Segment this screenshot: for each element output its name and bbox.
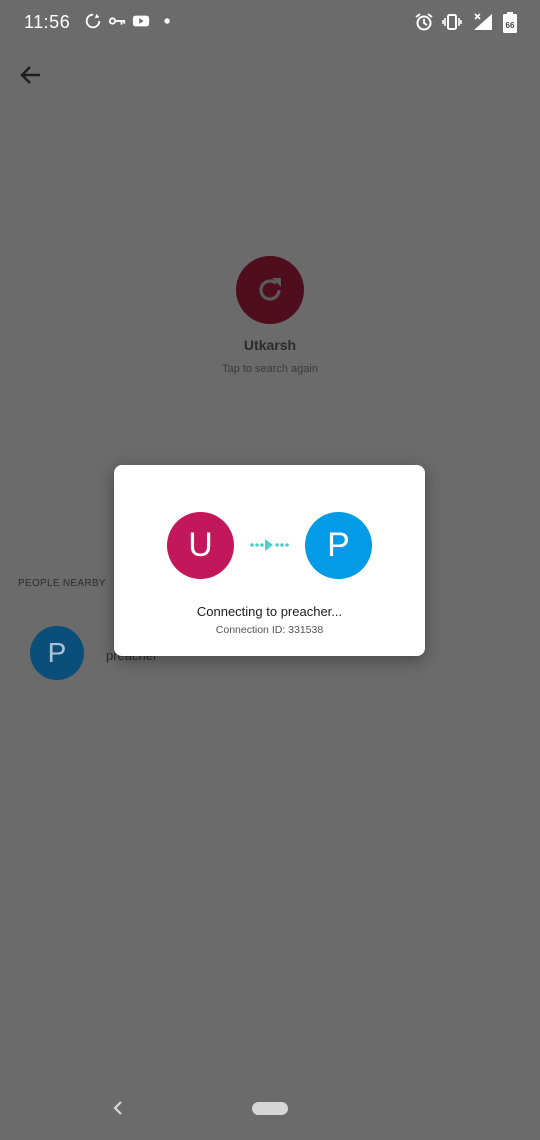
refresh-icon [259,278,281,301]
nav-home-pill[interactable] [252,1102,288,1115]
status-bar: 11:56 66 [0,0,540,44]
connecting-status-text: Connecting to preacher... [196,604,343,619]
profile-section: Utkarsh Tap to search again [0,256,540,375]
dot-icon [160,12,180,32]
nearby-person-avatar: P [30,626,84,680]
receiver-avatar: P [305,512,372,579]
search-again-hint[interactable]: Tap to search again [0,363,540,375]
key-icon [108,12,128,32]
signal-icon [472,12,492,32]
youtube-icon [132,12,152,32]
alarm-icon [414,12,434,32]
chevron-left-icon [113,1101,122,1115]
arrow-back-icon [20,66,40,84]
profile-name: Utkarsh [243,337,297,353]
connection-id-text: Connection ID: 331538 [215,624,324,636]
connecting-dialog: U P Connecting to preacher... Connection… [114,465,425,656]
nav-back-button[interactable] [108,1098,128,1118]
sender-avatar: U [167,512,234,579]
battery-level: 66 [506,21,515,30]
search-again-button[interactable] [236,256,304,324]
status-time: 11:56 [24,12,71,32]
transfer-arrow-icon [250,538,292,552]
people-nearby-header: PEOPLE NEARBY [18,578,106,589]
sync-icon [84,12,104,32]
vibrate-icon [442,12,462,32]
back-button[interactable] [14,58,48,92]
battery-icon: 66 [502,12,518,33]
